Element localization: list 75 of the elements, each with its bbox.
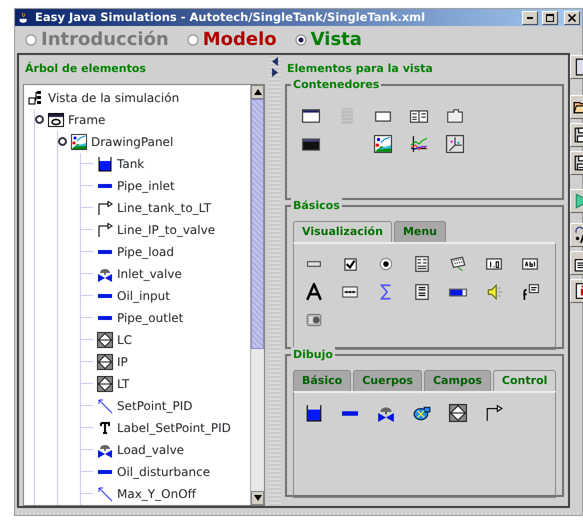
radio-icon [294,34,307,46]
window-icon [48,112,64,128]
axes-icon [446,134,464,153]
tab[interactable]: Control [492,370,556,392]
combo-box-icon [413,255,431,274]
tree-item[interactable]: Oil_disturbance [117,462,210,481]
tree-item[interactable]: IP [117,352,128,371]
close-icon [566,12,578,24]
tank-icon [305,404,323,422]
tab-panel-icon [446,106,464,125]
tab[interactable]: Visualización [293,220,392,242]
radio-icon [186,34,199,46]
tree-item[interactable]: LT [117,374,130,393]
minimize-icon [527,16,533,19]
tree-item[interactable]: Line_IP_to_valve [117,220,216,239]
chart-icon [374,134,392,153]
diamond-icon [97,376,113,392]
button-icon [307,261,321,268]
connector-line-icon [485,404,503,422]
minimize-button[interactable] [522,10,538,25]
scroll-up-icon [254,88,262,95]
window-icon [302,106,320,125]
maximize-button[interactable] [542,10,558,25]
text-area-icon [413,283,431,302]
tree-item[interactable]: DrawingPanel [91,132,174,151]
text-icon [97,420,113,436]
diamond-icon [97,354,113,370]
maximize-icon [544,12,556,24]
arrow-icon [97,398,113,414]
connector-line-icon [97,222,113,238]
tank-icon [97,156,113,172]
tree-item[interactable]: Line_tank_to_LT [117,198,212,217]
tree-item[interactable]: Pipe_inlet [117,176,175,195]
tree-item[interactable]: Vista de la simulación [48,88,180,107]
tree-item[interactable]: Tank [117,154,144,173]
plot-icon [410,134,428,153]
pipe-icon [342,410,358,416]
collapse-left-icon [272,57,278,66]
pump-icon [413,404,431,422]
function-field-icon [521,283,539,302]
tree-item[interactable]: Max_Y_OnOff [117,484,196,503]
tree-item[interactable]: SetPoint_PID [117,396,193,415]
pipe-icon [98,184,112,188]
panel-title: Árbol de elementos [24,60,147,78]
label-icon [305,283,323,302]
expanded-toggle[interactable] [58,137,67,146]
tree-item[interactable]: Pipe_outlet [117,308,184,327]
connector-line-icon [97,200,113,216]
tree-item[interactable]: Oil_input [117,286,170,305]
group-title: Dibujo [291,346,335,364]
pipe-icon [98,294,112,298]
expanded-toggle[interactable] [35,115,44,124]
radio-icon [25,34,37,46]
mode-radio[interactable]: Modelo [186,26,277,54]
collapse-right-icon [272,68,278,78]
tree-item[interactable]: Label_SetPoint_PID [117,418,231,437]
keyboard-icon [449,255,467,274]
pipe-icon [98,250,112,254]
pipe-icon [98,470,112,474]
tree-item[interactable]: Load_valve [117,440,184,459]
tree-item[interactable]: Inlet_valve [117,264,182,283]
close-button[interactable] [564,10,580,25]
scrollbar[interactable] [250,84,264,505]
tree-item[interactable]: LC [117,330,132,349]
network-icon [28,90,44,106]
tree-item[interactable]: Frame [68,110,106,129]
chart-icon [71,134,87,150]
diamond-icon [449,404,467,422]
pipe-icon [98,316,112,320]
speaker-icon [485,283,503,302]
tree-item[interactable]: Pipe_load [117,242,174,261]
window-title: Easy Java Simulations - Autotech/SingleTank/SingleTank.xml [35,9,426,26]
arrow-icon [97,486,113,502]
scroll-down-icon [254,494,262,501]
diamond-icon [97,332,113,348]
